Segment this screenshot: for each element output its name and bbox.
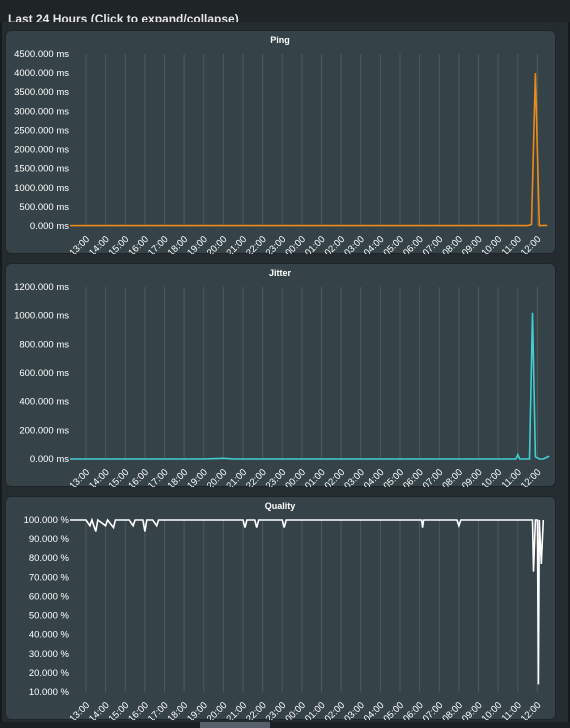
chart-title: Quality: [265, 501, 296, 511]
y-tick-label: 100.000 %: [24, 515, 70, 526]
quality-chart: Quality 100.000 % 90.000 % 80.000 % 70.000 %…: [5, 496, 556, 720]
y-tick-label: 30.000 %: [29, 649, 70, 660]
window-header: Last 24 Hours (Click to expand/collapse): [0, 0, 570, 26]
quality-chart-svg: Quality 100.000 % 90.000 % 80.000 % 70.000 %…: [24, 501, 545, 720]
y-tick-label: 90.000 %: [29, 534, 70, 545]
horizontal-scrollbar[interactable]: [0, 722, 570, 728]
x-tick-label: 12:00: [519, 234, 544, 254]
y-tick-label: 1200.000 ms: [14, 282, 69, 293]
chart-title: Jitter: [269, 268, 292, 278]
y-tick-label: 70.000 %: [29, 572, 70, 583]
jitter-chart: Jitter 1200.000 ms 1000.000 ms 800.000 ms 60…: [5, 263, 556, 487]
series-line: [69, 73, 548, 227]
y-tick-label: 800.000 ms: [19, 339, 69, 350]
jitter-chart-svg: Jitter 1200.000 ms 1000.000 ms 800.000 ms 60…: [14, 268, 550, 487]
y-tick-label: 2000.000 ms: [14, 145, 69, 156]
y-tick-label: 10.000 %: [29, 687, 70, 698]
y-tick-label: 200.000 ms: [19, 425, 69, 436]
series-line: [70, 517, 545, 685]
y-tick-label: 40.000 %: [29, 630, 70, 641]
chart-title: Ping: [270, 35, 290, 45]
y-tick-label: 1500.000 ms: [14, 164, 69, 175]
y-tick-label: 1000.000 ms: [14, 311, 69, 322]
y-tick-label: 3500.000 ms: [14, 87, 69, 98]
y-tick-label: 2500.000 ms: [14, 125, 69, 136]
y-tick-label: 50.000 %: [29, 611, 70, 622]
y-tick-label: 0.000 ms: [30, 221, 69, 232]
y-tick-label: 1000.000 ms: [14, 183, 69, 194]
y-tick-label: 60.000 %: [29, 591, 70, 602]
y-tick-label: 80.000 %: [29, 553, 70, 564]
ping-chart: Ping 4500.000 ms 4000.000 ms 3500.000 ms 300…: [5, 30, 556, 254]
y-tick-label: 600.000 ms: [19, 368, 69, 379]
x-tick-label: 12:00: [519, 700, 544, 720]
scrollbar-thumb[interactable]: [200, 722, 270, 728]
y-tick-label: 0.000 ms: [30, 454, 69, 465]
y-tick-label: 3000.000 ms: [14, 106, 69, 117]
y-tick-label: 20.000 %: [29, 668, 70, 679]
ping-chart-svg: Ping 4500.000 ms 4000.000 ms 3500.000 ms 300…: [14, 35, 548, 254]
y-tick-label: 4000.000 ms: [14, 68, 69, 79]
y-tick-label: 4500.000 ms: [14, 49, 69, 60]
y-tick-label: 400.000 ms: [19, 397, 69, 408]
y-tick-label: 500.000 ms: [19, 202, 69, 213]
series-line: [70, 312, 550, 460]
x-tick-label: 12:00: [519, 467, 544, 487]
